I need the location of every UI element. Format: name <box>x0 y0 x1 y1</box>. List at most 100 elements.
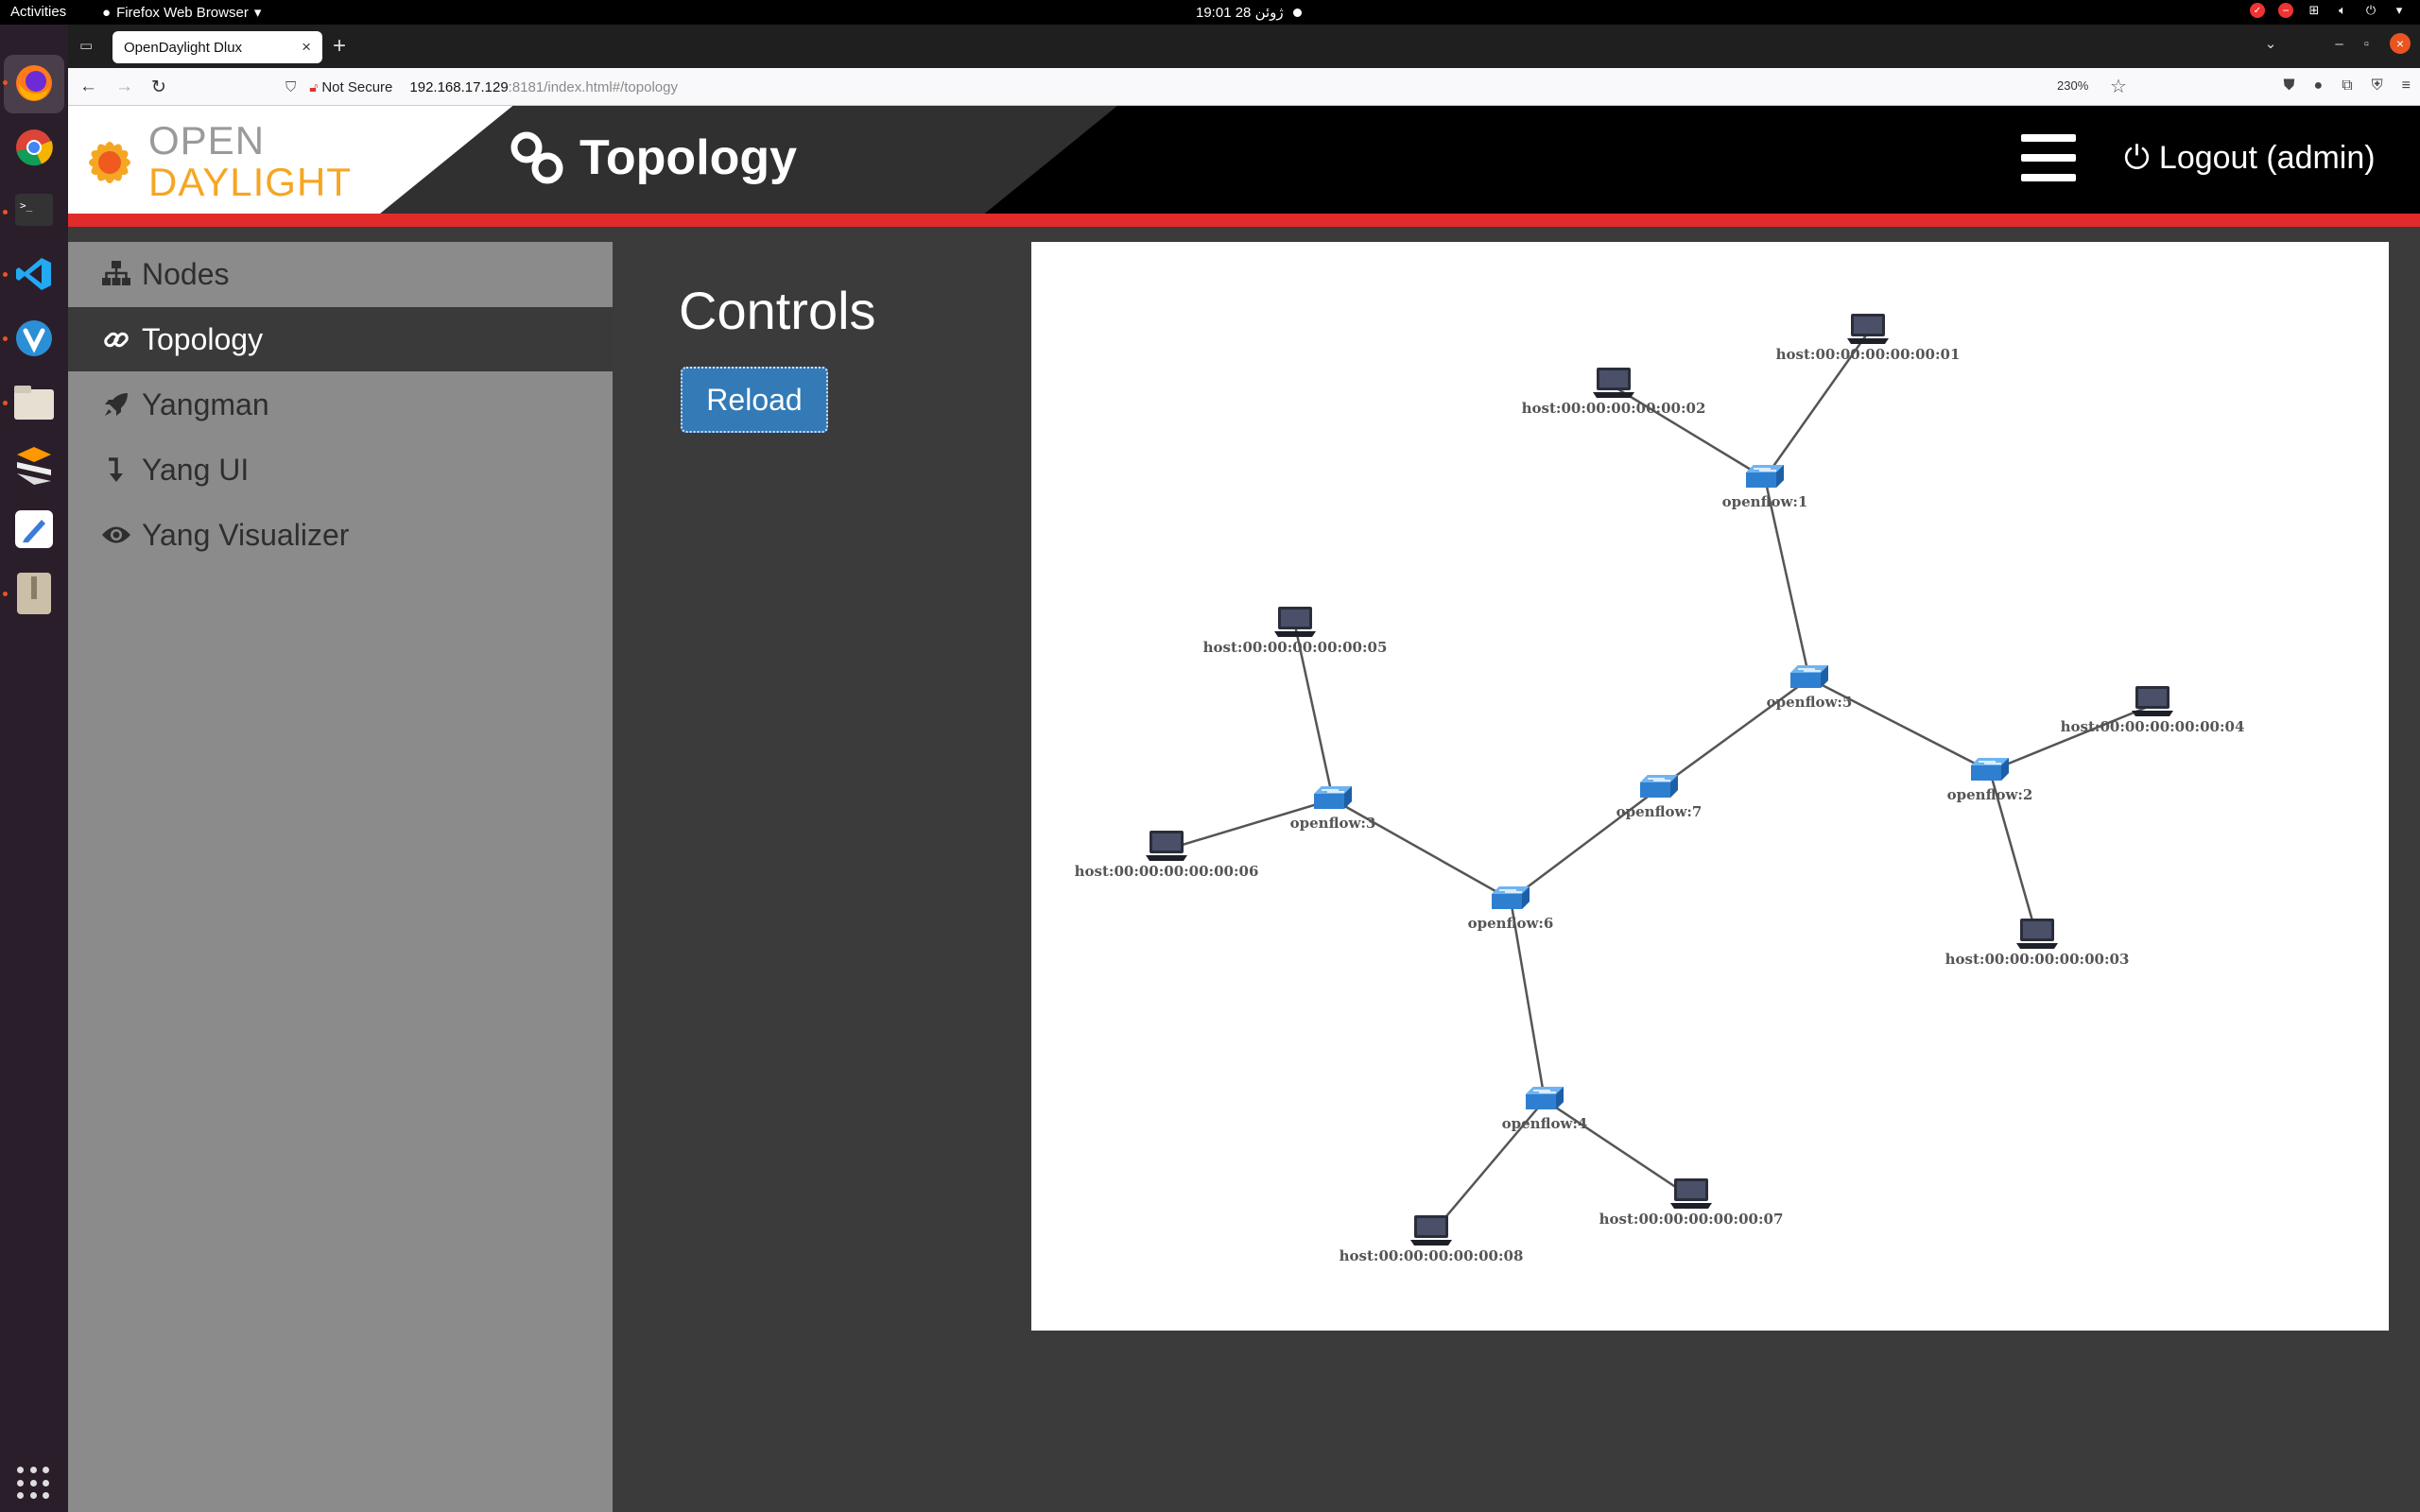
header-accent-bar <box>68 214 2420 227</box>
url-host: 192.168.17.129 <box>409 78 509 95</box>
volume-icon[interactable]: 🔈︎ <box>2335 3 2350 18</box>
system-tray[interactable]: ✓ − ⊞ 🔈︎ ⏻ ▾ <box>2250 3 2407 18</box>
extensions-icon[interactable]: ⧉ <box>2342 77 2352 94</box>
power-icon[interactable]: ⏻ <box>2363 3 2378 18</box>
host-node[interactable]: host:00:00:00:00:00:04 <box>2061 686 2245 735</box>
tab-overflow-icon[interactable]: ⌄ <box>2265 35 2277 52</box>
reload-page-icon[interactable]: ↻ <box>151 77 166 98</box>
switch-node[interactable]: openflow:6 <box>1468 886 1554 932</box>
power-icon: ⏻ <box>2124 140 2150 176</box>
app-header: OPEN DAYLIGHT Topology ⏻ Logout (admin) <box>68 106 2420 214</box>
node-label: host:00:00:00:00:00:07 <box>1599 1211 1784 1228</box>
sitemap-icon <box>100 261 132 287</box>
level-down-icon <box>100 456 132 483</box>
dock: >_ <box>0 25 68 1512</box>
link-icon <box>510 131 563 184</box>
hamburger-bar <box>2021 134 2076 142</box>
topology-graph[interactable]: openflow:1 openflow:2 openflow:3 openflow:4… <box>1031 242 2389 1331</box>
node-label: host:00:00:00:00:00:02 <box>1522 400 1706 417</box>
files-launcher-icon[interactable] <box>11 380 57 425</box>
sidebar-item-topology[interactable]: Topology <box>68 307 613 371</box>
app-menu-icon[interactable]: ≡ <box>2402 77 2411 94</box>
text-editor-launcher-icon[interactable] <box>11 507 57 552</box>
node-label: openflow:2 <box>1947 786 2033 803</box>
switch-node[interactable]: openflow:1 <box>1722 465 1808 510</box>
vivaldi-launcher-icon[interactable] <box>11 316 57 361</box>
eye-icon <box>100 524 132 545</box>
sidebar-item-yang-visualizer[interactable]: Yang Visualizer <box>68 503 613 567</box>
host-node[interactable]: host:00:00:00:00:00:06 <box>1075 831 1259 880</box>
logo-line-open: OPEN <box>148 118 266 163</box>
logout-button[interactable]: ⏻ Logout (admin) <box>2124 140 2376 177</box>
topology-canvas[interactable]: openflow:1 openflow:2 openflow:3 openflow:4… <box>1031 242 2389 1331</box>
reload-button[interactable]: Reload <box>681 367 828 433</box>
switch-node[interactable]: openflow:2 <box>1947 758 2033 803</box>
firefox-icon: ● <box>102 4 112 21</box>
network-icon[interactable]: ⊞ <box>2307 3 2322 18</box>
switch-node[interactable]: openflow:5 <box>1767 665 1853 711</box>
archive-launcher-icon[interactable] <box>11 571 57 616</box>
account-icon[interactable]: ● <box>2314 77 2324 94</box>
sidebar: Nodes Topology Yangman Yang UI Yang Visu… <box>68 242 613 1512</box>
zoom-level[interactable]: 230% <box>2057 78 2088 93</box>
host-node[interactable]: host:00:00:00:00:00:08 <box>1340 1215 1524 1264</box>
sublime-launcher-icon[interactable] <box>11 442 57 488</box>
opendaylight-logo-icon <box>89 142 130 183</box>
pocket-icon[interactable]: ⛊ <box>2284 77 2295 94</box>
close-tab-icon[interactable]: × <box>302 38 311 57</box>
system-top-bar: Activities ● Firefox Web Browser ▾ 19:01… <box>0 0 2420 25</box>
url-bar[interactable]: ⛉ 🔓︎ Not Secure 192.168.17.129:8181/inde… <box>285 74 2110 100</box>
sidebar-item-yangman[interactable]: Yangman <box>68 372 613 437</box>
close-window-icon[interactable]: × <box>2390 33 2411 54</box>
menu-toggle-button[interactable] <box>2021 134 2076 181</box>
node-label: host:00:00:00:00:00:06 <box>1075 863 1259 880</box>
insecure-lock-icon[interactable]: 🔓︎ <box>309 79 318 95</box>
sidebar-item-nodes[interactable]: Nodes <box>68 242 613 306</box>
url-path: :8181/index.html#/topology <box>508 78 678 95</box>
sidebar-item-yang-ui[interactable]: Yang UI <box>68 438 613 502</box>
back-icon[interactable]: ← <box>79 77 97 97</box>
tracking-shield-icon[interactable]: ⛉ <box>285 79 296 95</box>
node-label: host:00:00:00:00:00:08 <box>1340 1247 1524 1264</box>
controls-heading: Controls <box>679 281 876 340</box>
privacy-badger-icon[interactable]: ⛨ <box>2372 77 2383 94</box>
tab-opendaylight[interactable]: OpenDaylight Dlux × <box>112 31 322 63</box>
node-label: openflow:6 <box>1468 915 1554 932</box>
activities-button[interactable]: Activities <box>10 4 66 20</box>
node-label: host:00:00:00:00:00:04 <box>2061 718 2245 735</box>
vivaldi-tray-icon[interactable]: ✓ <box>2250 3 2265 18</box>
host-node[interactable]: host:00:00:00:00:00:05 <box>1203 607 1388 656</box>
forward-icon[interactable]: → <box>115 77 133 97</box>
app-menu-label: Firefox Web Browser <box>116 4 249 21</box>
window-controls: ⌄ – ▫ × <box>2265 33 2411 54</box>
new-tab-icon[interactable]: + <box>333 33 346 60</box>
running-indicator <box>3 80 8 85</box>
terminal-launcher-icon[interactable]: >_ <box>11 187 57 232</box>
topology-link <box>1989 703 2153 773</box>
app-menu[interactable]: ● Firefox Web Browser ▾ <box>102 4 261 22</box>
switch-node[interactable]: openflow:7 <box>1616 775 1703 820</box>
running-indicator <box>3 210 8 215</box>
node-label: host:00:00:00:00:00:01 <box>1776 346 1961 363</box>
switch-node[interactable]: openflow:4 <box>1502 1087 1588 1132</box>
logo-line-daylight: DAYLIGHT <box>148 160 352 204</box>
firefox-launcher-icon[interactable] <box>11 60 57 106</box>
link-icon <box>100 326 132 352</box>
caret-down-icon[interactable]: ▾ <box>2392 3 2407 18</box>
host-node[interactable]: host:00:00:00:00:00:07 <box>1599 1178 1784 1228</box>
tab-list-icon[interactable]: ▭ <box>79 37 96 54</box>
vscode-launcher-icon[interactable] <box>11 251 57 297</box>
show-applications-icon[interactable] <box>17 1467 51 1501</box>
bookmark-star-icon[interactable]: ☆ <box>2110 75 2127 98</box>
node-label: openflow:5 <box>1767 694 1853 711</box>
clock[interactable]: 19:01 28 ژوئن <box>1196 4 1302 21</box>
toolbar-extensions: ⛊ ● ⧉ ⛨ ≡ <box>2284 77 2411 94</box>
host-node[interactable]: host:00:00:00:00:00:03 <box>1945 919 2130 968</box>
minimize-icon[interactable]: – <box>2335 36 2342 52</box>
chrome-launcher-icon[interactable] <box>11 125 57 170</box>
do-not-disturb-icon[interactable]: − <box>2278 3 2293 18</box>
host-node[interactable]: host:00:00:00:00:00:01 <box>1776 314 1961 363</box>
logout-label: Logout (admin) <box>2158 140 2376 176</box>
restore-icon[interactable]: ▫ <box>2364 36 2369 52</box>
host-node[interactable]: host:00:00:00:00:00:02 <box>1522 368 1706 417</box>
